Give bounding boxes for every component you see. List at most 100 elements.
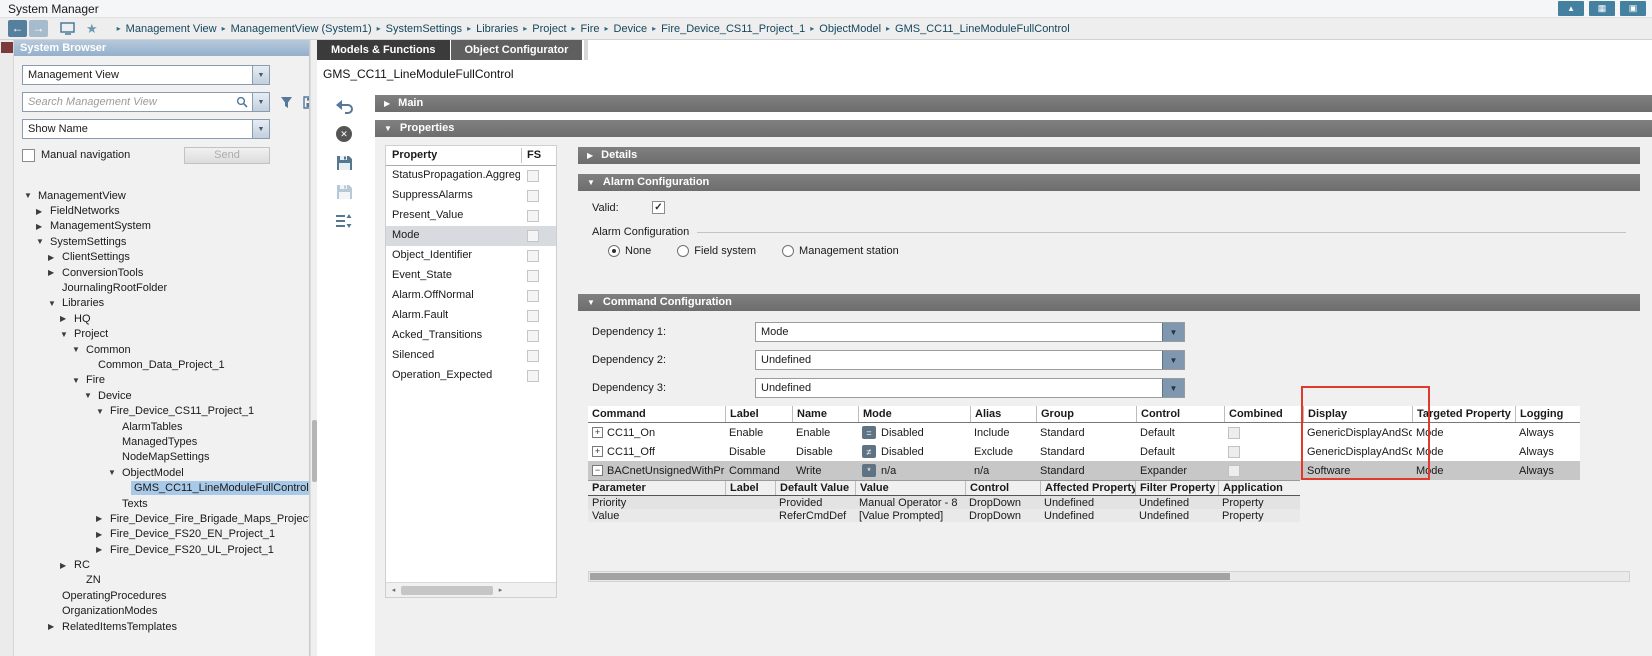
property-row[interactable]: Acked_Transitions bbox=[386, 326, 556, 346]
property-row[interactable]: SuppressAlarms bbox=[386, 186, 556, 206]
display-mode-dropdown[interactable]: Show Name ▼ bbox=[22, 119, 270, 139]
fs-checkbox[interactable] bbox=[527, 210, 539, 222]
dependency-1-dropdown[interactable]: Mode▼ bbox=[755, 322, 1185, 342]
property-row[interactable]: Alarm.OffNormal bbox=[386, 286, 556, 306]
tree-item[interactable]: ▼Fire_Device_CS11_Project_1 bbox=[22, 403, 301, 418]
tree-item[interactable]: ▶ConversionTools bbox=[22, 265, 301, 280]
tree-item[interactable]: OperatingProcedures bbox=[22, 588, 301, 603]
tree-item[interactable]: ▶Fire_Device_Fire_Brigade_Maps_Project_1 bbox=[22, 511, 301, 526]
breadcrumb-item[interactable]: ManagementView (System1) bbox=[231, 23, 372, 35]
tab-models-functions[interactable]: Models & Functions bbox=[317, 40, 450, 60]
scrollbar-thumb[interactable] bbox=[590, 573, 1230, 580]
tree-vertical-scrollbar[interactable] bbox=[310, 40, 317, 656]
tree-expander-icon[interactable]: ▶ bbox=[96, 530, 107, 539]
tree-expander-icon[interactable]: ▶ bbox=[36, 207, 47, 216]
tile-windows-icon[interactable]: ▣ bbox=[1620, 1, 1646, 16]
tree-item[interactable]: ZN bbox=[22, 573, 301, 588]
search-dropdown-arrow-icon[interactable]: ▼ bbox=[252, 93, 269, 111]
tree-item[interactable]: Texts bbox=[22, 496, 301, 511]
tree-item[interactable]: ▼ManagementView bbox=[22, 188, 301, 203]
tree-expander-icon[interactable]: ▶ bbox=[48, 268, 59, 277]
send-button[interactable]: Send bbox=[184, 147, 270, 164]
dropdown-arrow-icon[interactable]: ▼ bbox=[1162, 379, 1184, 397]
breadcrumb-item[interactable]: Management View bbox=[126, 23, 217, 35]
parameter-row[interactable]: ValueReferCmdDef[Value Prompted]DropDown… bbox=[588, 509, 1300, 522]
radio-option-field-system[interactable]: Field system bbox=[677, 245, 756, 257]
tree-item[interactable]: ▼Common bbox=[22, 342, 301, 357]
tree-expander-icon[interactable]: ▼ bbox=[60, 330, 71, 339]
scroll-left-icon[interactable]: ◂ bbox=[386, 583, 401, 597]
tree-item[interactable]: Common_Data_Project_1 bbox=[22, 357, 301, 372]
tree-expander-icon[interactable]: ▼ bbox=[72, 376, 83, 385]
tree-expander-icon[interactable]: ▶ bbox=[60, 561, 71, 570]
property-row[interactable]: Event_State bbox=[386, 266, 556, 286]
tree-item[interactable]: AlarmTables bbox=[22, 419, 301, 434]
fs-checkbox[interactable] bbox=[527, 350, 539, 362]
tree-item[interactable]: ▶Fire_Device_FS20_UL_Project_1 bbox=[22, 542, 301, 557]
save-as-icon[interactable] bbox=[333, 182, 355, 202]
save-icon[interactable] bbox=[333, 153, 355, 173]
tree-item[interactable]: ▶Fire_Device_FS20_EN_Project_1 bbox=[22, 527, 301, 542]
fs-checkbox[interactable] bbox=[527, 190, 539, 202]
scroll-right-icon[interactable]: ▸ bbox=[493, 583, 508, 597]
filter-funnel-icon[interactable] bbox=[280, 96, 293, 109]
dock-indicator-icon[interactable] bbox=[1, 42, 13, 53]
layout-icon[interactable]: ▦ bbox=[1589, 1, 1615, 16]
tree-expander-icon[interactable]: ▼ bbox=[108, 468, 119, 477]
breadcrumb-item[interactable]: Libraries bbox=[476, 23, 518, 35]
save-filter-icon[interactable] bbox=[303, 96, 310, 109]
command-row[interactable]: −BACnetUnsignedWithPrCommandWrite*n/an/a… bbox=[588, 461, 1580, 480]
tree-item[interactable]: GMS_CC11_LineModuleFullControl bbox=[22, 480, 301, 495]
breadcrumb-item[interactable]: Fire bbox=[581, 23, 600, 35]
parameter-row[interactable]: PriorityProvidedManual Operator - 8DropD… bbox=[588, 496, 1300, 509]
command-row[interactable]: +CC11_OnEnableEnable=DisabledIncludeStan… bbox=[588, 423, 1580, 442]
row-expand-toggle-icon[interactable]: + bbox=[592, 427, 603, 438]
fs-checkbox[interactable] bbox=[527, 370, 539, 382]
manual-navigation-checkbox[interactable] bbox=[22, 149, 35, 162]
fs-checkbox[interactable] bbox=[527, 310, 539, 322]
collapse-window-icon[interactable]: ▴ bbox=[1558, 1, 1584, 16]
radio-option-none[interactable]: None bbox=[608, 245, 651, 257]
tree-item[interactable]: ▼Project bbox=[22, 327, 301, 342]
tree-item[interactable]: ▶ClientSettings bbox=[22, 250, 301, 265]
fs-checkbox[interactable] bbox=[527, 330, 539, 342]
tree-expander-icon[interactable]: ▶ bbox=[48, 622, 59, 631]
view-selector-dropdown[interactable]: Management View ▼ bbox=[22, 65, 270, 85]
section-command-configuration[interactable]: ▼Command Configuration bbox=[578, 294, 1640, 311]
fs-checkbox[interactable] bbox=[527, 250, 539, 262]
tree-item[interactable]: ▼Libraries bbox=[22, 296, 301, 311]
tree-item[interactable]: ▶RelatedItemsTemplates bbox=[22, 619, 301, 634]
breadcrumb-item[interactable]: Fire_Device_CS11_Project_1 bbox=[661, 23, 805, 35]
row-expand-toggle-icon[interactable]: + bbox=[592, 446, 603, 457]
fs-checkbox[interactable] bbox=[527, 290, 539, 302]
command-row[interactable]: +CC11_OffDisableDisable≠DisabledExcludeS… bbox=[588, 442, 1580, 461]
combined-checkbox[interactable] bbox=[1228, 465, 1240, 477]
property-row[interactable]: Silenced bbox=[386, 346, 556, 366]
favorite-star-icon[interactable]: ★ bbox=[86, 20, 98, 38]
sort-icon[interactable] bbox=[333, 211, 355, 231]
property-row[interactable]: Operation_Expected bbox=[386, 366, 556, 386]
property-row[interactable]: StatusPropagation.Aggregat bbox=[386, 166, 556, 186]
fs-checkbox[interactable] bbox=[527, 230, 539, 242]
property-row[interactable]: Present_Value bbox=[386, 206, 556, 226]
fs-checkbox[interactable] bbox=[527, 170, 539, 182]
tree-item[interactable]: OrganizationModes bbox=[22, 604, 301, 619]
back-button[interactable]: ← bbox=[8, 20, 27, 37]
breadcrumb-item[interactable]: GMS_CC11_LineModuleFullControl bbox=[895, 23, 1070, 35]
tree-item[interactable]: ▼ObjectModel bbox=[22, 465, 301, 480]
tree-expander-icon[interactable]: ▶ bbox=[36, 222, 47, 231]
tab-object-configurator[interactable]: Object Configurator bbox=[451, 40, 583, 60]
tree-item[interactable]: ▶HQ bbox=[22, 311, 301, 326]
tree-expander-icon[interactable]: ▼ bbox=[96, 407, 107, 416]
scrollbar-thumb[interactable] bbox=[401, 586, 493, 595]
breadcrumb-item[interactable]: Device bbox=[614, 23, 648, 35]
tree-expander-icon[interactable]: ▼ bbox=[84, 391, 95, 400]
tree-item[interactable]: ▶ManagementSystem bbox=[22, 219, 301, 234]
tree-item[interactable]: ▼SystemSettings bbox=[22, 234, 301, 249]
combined-checkbox[interactable] bbox=[1228, 446, 1240, 458]
dropdown-arrow-icon[interactable]: ▼ bbox=[1162, 323, 1184, 341]
tree-item[interactable]: ▼Fire bbox=[22, 373, 301, 388]
revert-icon[interactable] bbox=[333, 95, 355, 115]
valid-checkbox[interactable]: ✓ bbox=[652, 201, 665, 214]
tree-item[interactable]: NodeMapSettings bbox=[22, 450, 301, 465]
